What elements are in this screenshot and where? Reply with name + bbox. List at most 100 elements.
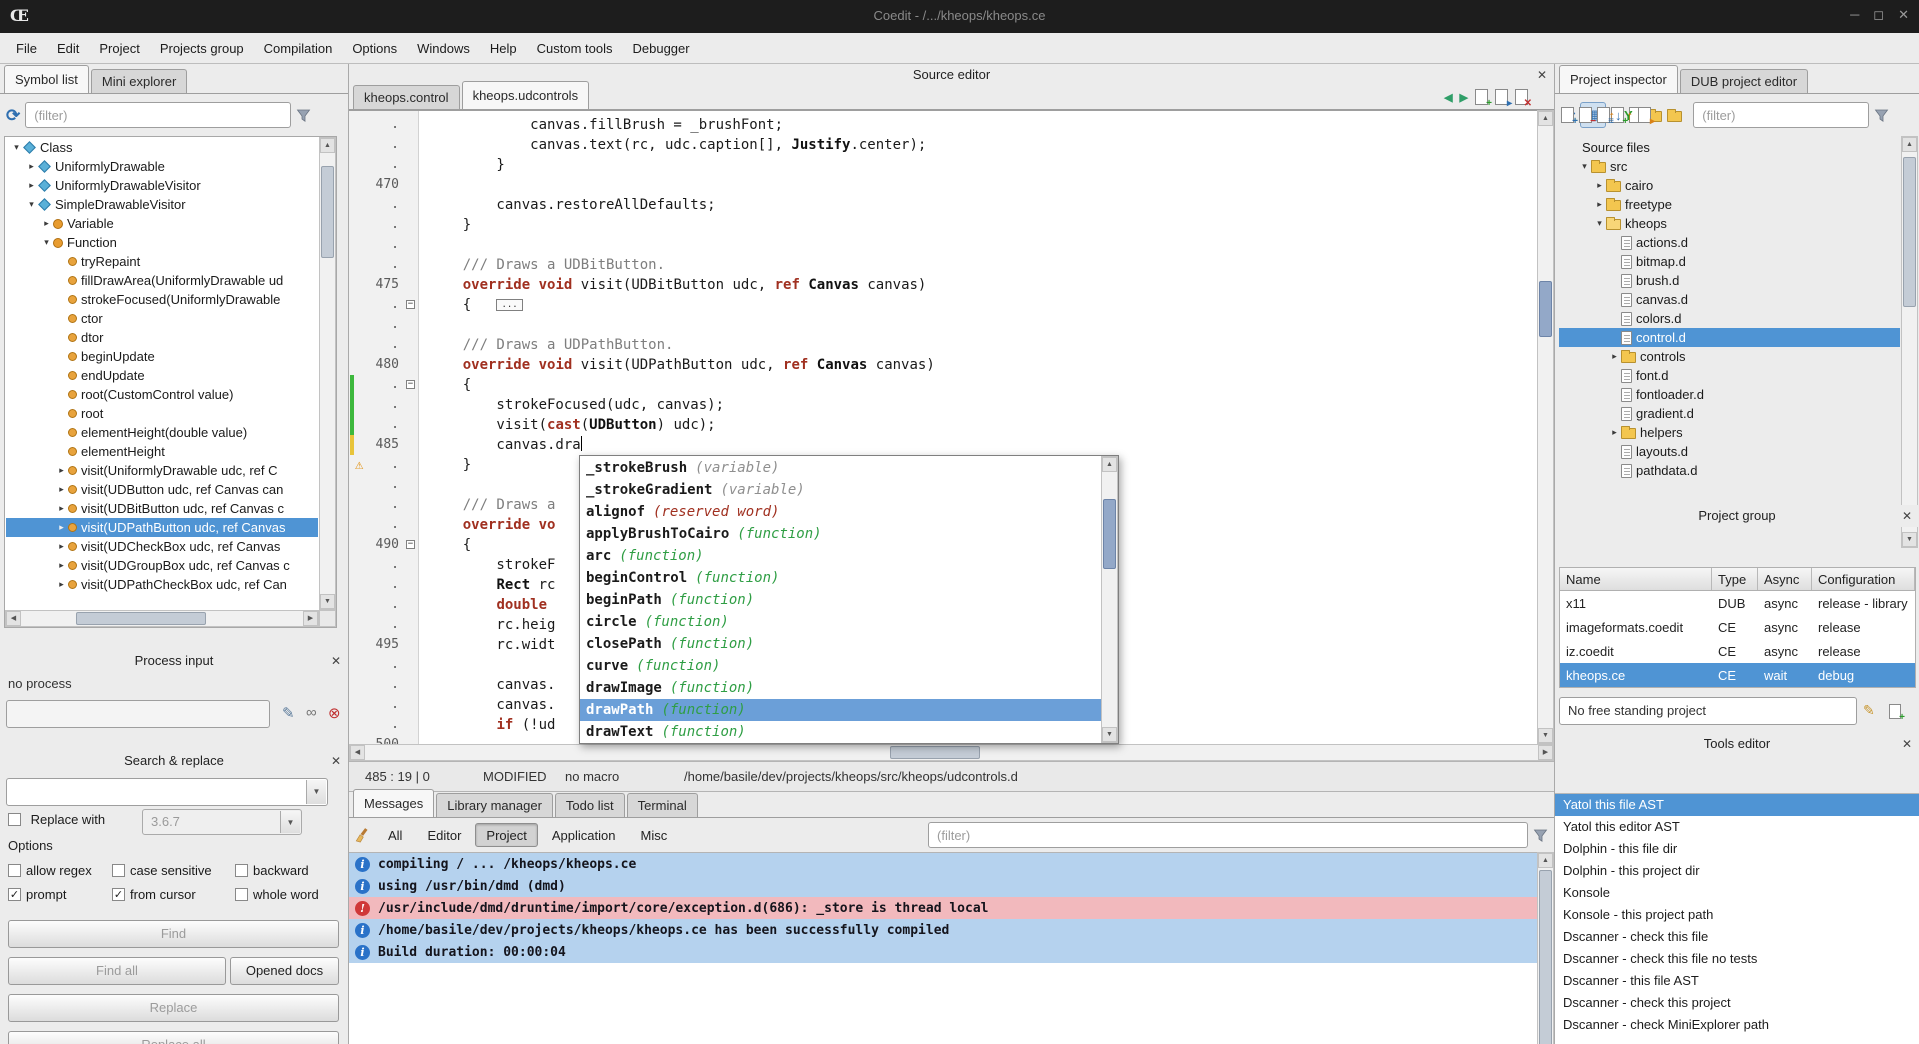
file-item[interactable]: brush.d [1559, 271, 1900, 290]
completion-item[interactable]: _strokeBrush(variable) [580, 457, 1101, 479]
open-document-icon[interactable]: ▸ [1495, 89, 1508, 105]
clone-tool-icon[interactable]: ≡ [1597, 107, 1610, 123]
code-line[interactable]: 480 override void visit(UDPathButton udc… [349, 355, 1537, 375]
symbol-tree-hscrollbar[interactable]: ◀ ▶ [5, 610, 319, 627]
files-tree-vscrollbar[interactable]: ▲ ▼ [1901, 136, 1918, 548]
file-item[interactable]: colors.d [1559, 309, 1900, 328]
expander-icon[interactable]: ▸ [55, 503, 68, 514]
edit-project-icon[interactable]: ✎ [1863, 702, 1875, 719]
message-row[interactable]: !/usr/include/dmd/druntime/import/core/e… [349, 897, 1537, 919]
symbol-item[interactable]: root [6, 404, 318, 423]
add-tool-icon[interactable]: + [1561, 107, 1574, 123]
symbol-item[interactable]: endUpdate [6, 366, 318, 385]
tool-item[interactable]: Yatol this editor AST [1555, 816, 1919, 838]
symbol-item[interactable]: ▸UniformlyDrawableVisitor [6, 176, 318, 195]
scrollbar-thumb[interactable] [1903, 157, 1916, 307]
tab-library-manager[interactable]: Library manager [436, 793, 553, 817]
expander-icon[interactable]: ▾ [25, 199, 38, 210]
menu-options[interactable]: Options [342, 37, 407, 60]
expander-icon[interactable]: ▸ [40, 218, 53, 229]
refresh-icon[interactable]: ⟳ [6, 107, 20, 124]
symbol-item[interactable]: dtor [6, 328, 318, 347]
menu-project[interactable]: Project [89, 37, 149, 60]
previous-document-icon[interactable]: ◀ [1444, 91, 1452, 104]
symbol-item[interactable]: ▸visit(UDGroupBox udc, ref Canvas c [6, 556, 318, 575]
remove-tool-icon[interactable]: − [1579, 107, 1592, 123]
scroll-right-icon[interactable]: ▶ [303, 611, 318, 626]
minimize-button[interactable]: ─ [1850, 7, 1859, 23]
file-item[interactable]: ▾src [1559, 157, 1900, 176]
maximize-button[interactable]: ◻ [1873, 7, 1884, 23]
symbol-item[interactable]: beginUpdate [6, 347, 318, 366]
project-row[interactable]: kheops.ceCEwaitdebug [1560, 663, 1915, 687]
menu-windows[interactable]: Windows [407, 37, 480, 60]
expander-icon[interactable]: ▸ [1608, 427, 1621, 438]
search-term-combo[interactable]: ▼ [6, 778, 328, 806]
expander-icon[interactable]: ▸ [1593, 180, 1606, 191]
code-line[interactable]: 470 [349, 175, 1537, 195]
file-item[interactable]: ▸helpers [1559, 423, 1900, 442]
close-button[interactable]: ✕ [1898, 7, 1909, 23]
completion-item[interactable]: closePath(function) [580, 633, 1101, 655]
expander-icon[interactable]: ▾ [1578, 161, 1591, 172]
filter-funnel-icon[interactable] [296, 108, 311, 123]
expander-icon[interactable]: ▸ [25, 161, 38, 172]
filter-misc[interactable]: Misc [630, 823, 679, 847]
menu-custom-tools[interactable]: Custom tools [527, 37, 623, 60]
messages-filter-input[interactable] [928, 822, 1528, 848]
project-row[interactable]: imageformats.coeditCEasyncrelease [1560, 615, 1915, 639]
scrollbar-thumb[interactable] [1539, 281, 1552, 337]
expander-icon[interactable]: ▸ [55, 465, 68, 476]
menu-debugger[interactable]: Debugger [623, 37, 700, 60]
tool-item[interactable]: Dolphin - this project dir [1555, 860, 1919, 882]
code-line[interactable]: .− { ... [349, 295, 1537, 315]
completion-item[interactable]: applyBrushToCairo(function) [580, 523, 1101, 545]
tool-item[interactable]: Konsole - this project path [1555, 904, 1919, 926]
menu-compilation[interactable]: Compilation [254, 37, 343, 60]
symbol-tree-vscrollbar[interactable]: ▲ ▼ [319, 137, 336, 610]
editor-vscrollbar[interactable]: ▲ ▼ [1537, 110, 1554, 744]
close-icon[interactable]: ✕ [1902, 505, 1912, 527]
scrollbar-thumb[interactable] [890, 746, 980, 759]
completion-item[interactable]: alignof(reserved word) [580, 501, 1101, 523]
scroll-up-icon[interactable]: ▲ [320, 138, 335, 153]
chevron-down-icon[interactable]: ▼ [306, 780, 326, 804]
code-line[interactable]: . canvas.text(rc, udc.caption[], Justify… [349, 135, 1537, 155]
tool-item[interactable]: Dscanner - check this file no tests [1555, 948, 1919, 970]
completion-item[interactable]: _strokeGradient(variable) [580, 479, 1101, 501]
expander-icon[interactable]: ▸ [55, 541, 68, 552]
symbol-item[interactable]: ▸visit(UDCheckBox udc, ref Canvas [6, 537, 318, 556]
tab-project-inspector[interactable]: Project inspector [1559, 65, 1678, 93]
chevron-down-icon[interactable]: ▼ [280, 811, 300, 833]
expander-icon[interactable]: ▸ [55, 522, 68, 533]
file-item[interactable]: ▸cairo [1559, 176, 1900, 195]
replace-with-checkbox[interactable] [8, 813, 21, 826]
filter-project[interactable]: Project [475, 823, 537, 847]
expander-icon[interactable]: ▸ [1608, 351, 1621, 362]
close-document-icon[interactable]: ✕ [1515, 89, 1528, 105]
scroll-up-icon[interactable]: ▲ [1538, 853, 1553, 868]
close-icon[interactable]: ✕ [331, 750, 341, 772]
column-header-async[interactable]: Async [1758, 568, 1812, 590]
expander-icon[interactable]: ▸ [55, 560, 68, 571]
tool-item[interactable]: Dscanner - this file AST [1555, 970, 1919, 992]
editor-tab-kheops-control[interactable]: kheops.control [353, 85, 460, 109]
symbol-item[interactable]: ▾Function [6, 233, 318, 252]
scrollbar-thumb[interactable] [321, 166, 334, 258]
messages-vscrollbar[interactable]: ▲ ▼ [1537, 852, 1554, 1044]
symbol-item[interactable]: ctor [6, 309, 318, 328]
process-input-field[interactable] [6, 700, 270, 728]
checkbox[interactable] [112, 864, 125, 877]
expander-icon[interactable]: ▸ [25, 180, 38, 191]
tool-item[interactable]: Dscanner - check this file [1555, 926, 1919, 948]
editor-hscrollbar[interactable]: ◀ ▶ [349, 744, 1554, 761]
scrollbar-thumb[interactable] [76, 612, 206, 625]
file-item[interactable]: actions.d [1559, 233, 1900, 252]
expander-icon[interactable]: ▸ [1593, 199, 1606, 210]
close-icon[interactable]: ✕ [1537, 64, 1547, 86]
filter-all[interactable]: All [377, 823, 413, 847]
symbol-item[interactable]: ▾SimpleDrawableVisitor [6, 195, 318, 214]
replace-all-button[interactable]: Replace all [8, 1031, 339, 1044]
send-input-icon[interactable]: ✎ [282, 704, 295, 722]
replace-value-combo[interactable]: 3.6.7 ▼ [142, 809, 302, 835]
